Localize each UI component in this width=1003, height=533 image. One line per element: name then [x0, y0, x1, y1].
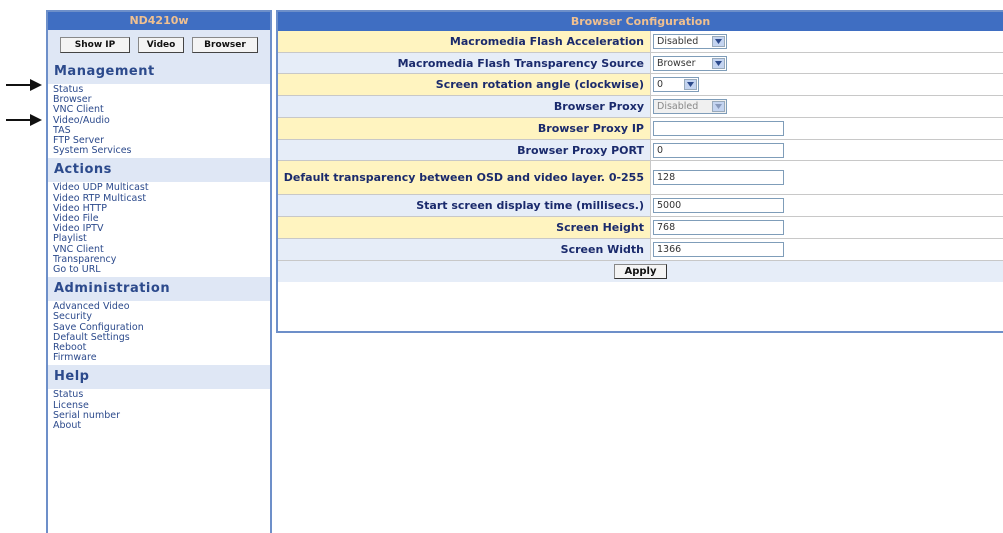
form-row: Screen Height 768 [278, 217, 1003, 239]
field-label: Browser Proxy PORT [517, 143, 644, 157]
form-row: Browser Proxy Disabled [278, 96, 1003, 118]
menu-system-services[interactable]: System Services [53, 146, 265, 156]
browser-configuration-panel: Browser Configuration Macromedia Flash A… [276, 10, 1003, 333]
browser-proxy-select[interactable]: Disabled [653, 99, 727, 114]
sidebar: ND4210w Show IP Video Browser Management… [46, 10, 272, 533]
menu-firmware[interactable]: Firmware [53, 353, 265, 363]
field-label: Screen Width [560, 243, 644, 256]
show-ip-button[interactable]: Show IP [60, 37, 130, 53]
select-value: 0 [657, 79, 664, 90]
screen-rotation-select[interactable]: 0 [653, 77, 699, 92]
section-administration: Administration [48, 277, 270, 302]
select-value: Disabled [657, 101, 699, 112]
section-management: Management [48, 60, 270, 84]
browser-proxy-ip-input[interactable] [653, 121, 784, 136]
apply-button[interactable]: Apply [614, 264, 667, 279]
field-label: Start screen display time (millisecs.) [416, 199, 644, 212]
section-actions: Actions [48, 158, 270, 183]
form-row: Screen rotation angle (clockwise) 0 [278, 74, 1003, 96]
device-name: ND4210w [48, 12, 270, 30]
help-menu: Status License Serial number About [48, 389, 270, 433]
chevron-down-icon [712, 57, 725, 69]
osd-transparency-input[interactable]: 128 [653, 170, 784, 185]
flash-acceleration-select[interactable]: Disabled [653, 34, 727, 49]
select-value: Disabled [657, 36, 699, 47]
annotation-arrow-management [6, 79, 42, 91]
form-row: Screen Width 1366 [278, 239, 1003, 261]
video-button[interactable]: Video [138, 37, 184, 53]
field-label: Default transparency between OSD and vid… [283, 171, 644, 184]
field-label: Browser Proxy [553, 100, 644, 113]
field-label: Macromedia Flash Acceleration [449, 35, 644, 48]
form-row: Macromedia Flash Acceleration Disabled [278, 31, 1003, 53]
field-label: Screen Height [556, 221, 644, 234]
menu-go-to-url[interactable]: Go to URL [53, 264, 265, 275]
chevron-down-icon [684, 79, 697, 90]
actions-menu: Video UDP Multicast Video RTP Multicast … [48, 182, 270, 277]
chevron-down-icon [712, 101, 725, 112]
menu-serial-number[interactable]: Serial number [53, 410, 265, 421]
field-label: Macromedia Flash Transparency Source [397, 56, 644, 70]
field-label: Screen rotation angle (clockwise) [435, 78, 644, 91]
menu-about[interactable]: About [53, 420, 265, 431]
screen-height-input[interactable]: 768 [653, 220, 784, 235]
form-row: Browser Proxy IP [278, 118, 1003, 140]
annotation-arrow-browser [6, 114, 42, 126]
screen-width-input[interactable]: 1366 [653, 242, 784, 257]
field-label: Browser Proxy IP [537, 122, 644, 135]
form-row: Macromedia Flash Transparency Source Bro… [278, 53, 1003, 74]
start-screen-time-input[interactable]: 5000 [653, 198, 784, 213]
quick-buttons: Show IP Video Browser [48, 30, 270, 60]
select-value: Browser [657, 57, 696, 69]
menu-video-audio[interactable]: Video/Audio [53, 115, 265, 126]
section-help: Help [48, 365, 270, 390]
form-row: Default transparency between OSD and vid… [278, 161, 1003, 195]
flash-transparency-source-select[interactable]: Browser [653, 55, 727, 71]
form-row: Browser Proxy PORT 0 [278, 140, 1003, 161]
apply-row: Apply [278, 261, 1003, 282]
browser-button[interactable]: Browser [192, 37, 258, 53]
panel-title: Browser Configuration [278, 12, 1003, 31]
management-menu: Status Browser VNC Client Video/Audio TA… [48, 84, 270, 158]
chevron-down-icon [712, 36, 725, 47]
form-row: Start screen display time (millisecs.) 5… [278, 195, 1003, 217]
browser-proxy-port-input[interactable]: 0 [653, 142, 784, 158]
administration-menu: Advanced Video Security Save Configurati… [48, 301, 270, 365]
